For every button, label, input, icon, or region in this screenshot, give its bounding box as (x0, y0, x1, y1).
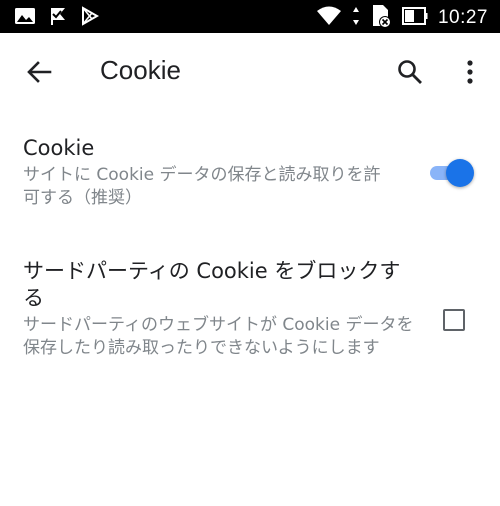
status-icons-right: 10:27 (316, 4, 488, 32)
cookie-toggle-switch[interactable] (428, 159, 474, 187)
page-title: Cookie (100, 55, 181, 85)
arrow-back-icon (26, 60, 52, 88)
setting-row-third-party-cookies[interactable]: サードパーティの Cookie をブロックする サードパーティのウェブサイトが … (0, 246, 500, 396)
image-icon (14, 6, 36, 30)
setting-title-third-party-cookies: サードパーティの Cookie をブロックする (23, 259, 401, 310)
screen: 10:27 Cookie Cookie サイトに Cookie データの保存と読… (0, 0, 500, 506)
sim-off-icon (370, 4, 392, 32)
setting-row-cookie[interactable]: Cookie サイトに Cookie データの保存と読み取りを許可する（推奨） (0, 118, 500, 228)
search-icon (397, 59, 423, 89)
setting-summary-third-party-cookies: サードパーティのウェブサイトが Cookie データを保存したり読み取ったりでき… (23, 315, 414, 358)
data-arrows-icon (352, 5, 360, 31)
play-store-icon (80, 6, 100, 30)
back-button[interactable] (22, 57, 56, 91)
setting-title-cookie: Cookie (23, 136, 95, 160)
status-time: 10:27 (437, 7, 488, 28)
wifi-icon (316, 5, 342, 31)
status-bar: 10:27 (0, 0, 500, 33)
toggle-thumb (446, 159, 474, 187)
setting-summary-cookie: サイトに Cookie データの保存と読み取りを許可する（推奨） (23, 165, 381, 208)
search-button[interactable] (394, 58, 426, 90)
battery-icon (401, 7, 428, 29)
app-bar: Cookie (0, 33, 500, 113)
more-options-button[interactable] (454, 58, 486, 90)
block-third-party-checkbox[interactable] (443, 309, 465, 331)
more-vert-icon (466, 59, 474, 89)
status-icons-left (14, 6, 100, 30)
check-flag-icon (48, 6, 68, 30)
